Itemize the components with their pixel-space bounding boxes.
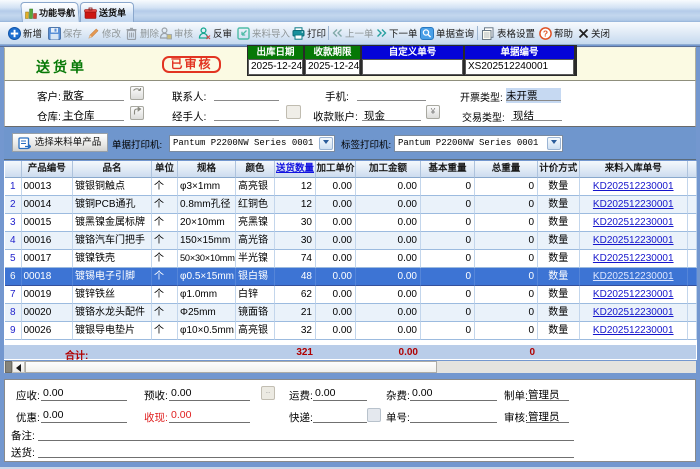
svg-text:?: ? xyxy=(543,28,548,38)
